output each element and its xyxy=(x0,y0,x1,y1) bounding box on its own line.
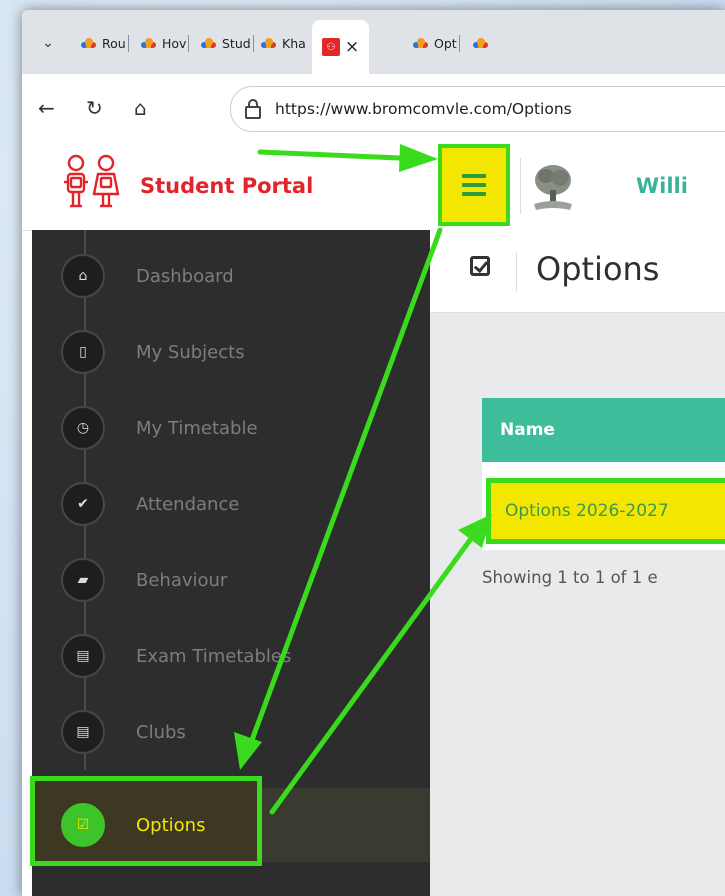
list-card-icon: ▤ xyxy=(61,634,105,678)
tab-1[interactable]: Rou xyxy=(80,28,129,58)
options-link-text: Options 2026-2027 xyxy=(505,501,669,521)
cloud-favicon-icon xyxy=(80,38,97,48)
lock-icon xyxy=(245,98,261,119)
sidebar-item-label: My Timetable xyxy=(136,417,258,439)
tab-active[interactable]: ⚇ × xyxy=(312,20,370,74)
sidebar-item-label: Options xyxy=(136,814,206,836)
back-arrow-icon[interactable]: ← xyxy=(38,96,55,120)
checkbox-icon: ☑ xyxy=(61,803,105,847)
cloud-favicon-icon xyxy=(140,38,157,48)
tab-strip: ⌄ Rou Hov Stud Kha ⚇ × Opt xyxy=(22,10,725,74)
tab-label: Stud xyxy=(222,35,251,51)
brand-title: Student Portal xyxy=(140,174,314,198)
tab-label: Kha xyxy=(282,35,306,51)
main-content: Options Name Options 2026-2027 Showing 1… xyxy=(430,230,725,896)
sidebar-item-label: My Subjects xyxy=(136,341,245,363)
page-header: Options xyxy=(430,230,725,313)
hamburger-menu-button[interactable] xyxy=(438,144,510,226)
sidebar-item-label: Dashboard xyxy=(136,265,234,287)
app-header: Student Portal Willi xyxy=(22,144,725,231)
tab-6[interactable]: Opt xyxy=(412,28,460,58)
sidebar-item-dashboard[interactable]: ⌂ Dashboard xyxy=(32,246,430,306)
column-header-name[interactable]: Name xyxy=(482,398,725,462)
checkbox-icon xyxy=(470,256,490,276)
cloud-favicon-icon xyxy=(472,38,489,48)
address-bar: ← ↻ ⌂ https://www.bromcomvle.com/Options xyxy=(22,74,725,145)
tab-3[interactable]: Stud xyxy=(200,28,254,58)
reload-icon[interactable]: ↻ xyxy=(86,96,103,120)
page-title: Options xyxy=(536,250,660,288)
sidebar-item-label: Behaviour xyxy=(136,569,228,591)
tab-label: Opt xyxy=(434,35,457,51)
tab-list-chevron-icon[interactable]: ⌄ xyxy=(34,30,62,56)
sidebar-item-exam-timetables[interactable]: ▤ Exam Timetables xyxy=(32,626,430,686)
table-info: Showing 1 to 1 of 1 e xyxy=(482,568,658,587)
column-header-label: Name xyxy=(500,420,555,440)
tab-2[interactable]: Hov xyxy=(140,28,190,58)
sidebar-item-behaviour[interactable]: ▰ Behaviour xyxy=(32,550,430,610)
close-tab-icon[interactable]: × xyxy=(345,37,359,57)
student-portal-favicon-icon: ⚇ xyxy=(322,38,340,56)
graduation-cap-icon: ▰ xyxy=(61,558,105,602)
tab-4[interactable]: Kha xyxy=(260,28,306,58)
browser-window: ⌄ Rou Hov Stud Kha ⚇ × Opt ← ↻ ⌂ https:/… xyxy=(22,10,725,896)
sidebar-item-options[interactable]: ☑ Options xyxy=(30,776,430,866)
tab-7[interactable] xyxy=(472,28,489,58)
clock-icon: ◷ xyxy=(61,406,105,450)
table-row: Options 2026-2027 xyxy=(482,462,725,550)
cloud-favicon-icon xyxy=(200,38,217,48)
sidebar-item-label: Attendance xyxy=(136,493,240,515)
sidebar: ⌂ Dashboard ▯ My Subjects ◷ My Timetable… xyxy=(30,230,430,896)
options-row-link[interactable]: Options 2026-2027 xyxy=(486,478,725,544)
school-crest-logo xyxy=(534,165,572,210)
sidebar-item-clubs[interactable]: ▤ Clubs xyxy=(32,702,430,762)
school-name: Willi xyxy=(636,174,688,198)
cloud-favicon-icon xyxy=(412,38,429,48)
list-card-icon: ▤ xyxy=(61,710,105,754)
cloud-favicon-icon xyxy=(260,38,277,48)
sidebar-item-my-timetable[interactable]: ◷ My Timetable xyxy=(32,398,430,458)
file-icon: ▯ xyxy=(61,330,105,374)
url-text: https://www.bromcomvle.com/Options xyxy=(275,100,572,118)
sidebar-item-label: Exam Timetables xyxy=(136,645,292,667)
tab-label: Rou xyxy=(102,35,126,51)
url-field[interactable]: https://www.bromcomvle.com/Options xyxy=(230,86,725,132)
home-icon: ⌂ xyxy=(61,254,105,298)
student-portal-logo xyxy=(64,154,120,208)
sidebar-item-attendance[interactable]: ✔ Attendance xyxy=(32,474,430,534)
home-icon[interactable]: ⌂ xyxy=(134,96,147,120)
sidebar-item-my-subjects[interactable]: ▯ My Subjects xyxy=(32,322,430,382)
tab-label: Hov xyxy=(162,35,187,51)
sidebar-item-label: Clubs xyxy=(136,721,186,743)
check-icon: ✔ xyxy=(61,482,105,526)
